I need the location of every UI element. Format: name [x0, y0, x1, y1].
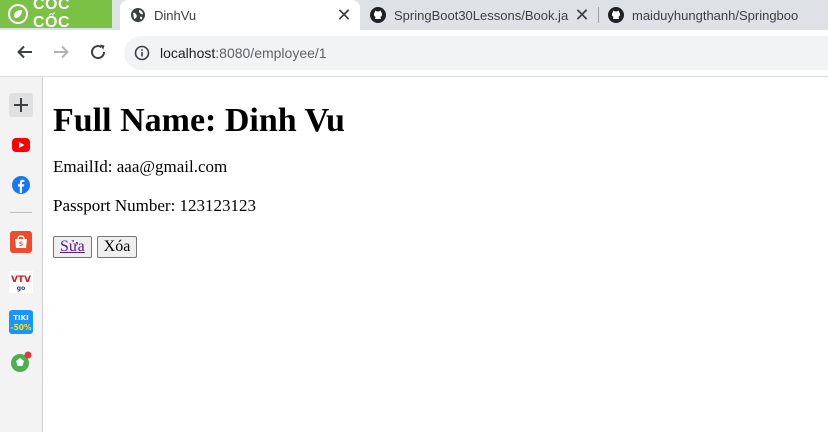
tiki-icon: TIKI -50% [9, 310, 33, 334]
github-icon [370, 7, 386, 23]
facebook-icon [12, 176, 30, 194]
add-icon [14, 98, 28, 112]
svg-text:TIKI: TIKI [13, 314, 28, 322]
browser-toolbar: localhost:8080/employee/1 [0, 30, 828, 77]
sidebar-divider [10, 212, 32, 213]
football-shortcut[interactable] [9, 350, 33, 374]
vtv-go-shortcut[interactable]: VTV go [9, 270, 33, 294]
sidebar: S VTV go TIKI -50% [0, 77, 43, 432]
vtv-go-icon: VTV go [9, 271, 33, 293]
coccoc-logo-icon [8, 4, 28, 24]
shopee-shortcut[interactable]: S [9, 230, 33, 254]
globe-icon [131, 8, 145, 22]
tab-title: SpringBoot30Lessons/Book.ja [394, 7, 569, 23]
shopee-icon: S [10, 231, 32, 253]
address-bar[interactable]: localhost:8080/employee/1 [124, 36, 828, 70]
reload-button[interactable] [84, 38, 112, 66]
page-title: Full Name: Dinh Vu [53, 102, 345, 139]
browser-brand-label: CỐC CỐC [32, 0, 71, 31]
tab-springboot-lessons[interactable]: SpringBoot30Lessons/Book.ja ✕ [360, 0, 598, 30]
football-icon [11, 351, 32, 372]
action-buttons: Sửa Xóa [53, 236, 813, 258]
youtube-icon [12, 138, 30, 152]
browser-brand-button[interactable]: CỐC CỐC [0, 0, 112, 31]
url-host: localhost [160, 45, 216, 61]
address-url: localhost:8080/employee/1 [160, 45, 327, 61]
close-tab-icon[interactable]: ✕ [572, 5, 592, 26]
page-content: Full Name: Dinh Vu EmailId: aaa@gmail.co… [53, 77, 813, 258]
site-info-icon[interactable] [134, 45, 150, 61]
youtube-shortcut[interactable] [9, 133, 33, 157]
tab-title: maiduyhungthanh/Springboo [632, 7, 799, 23]
facebook-shortcut[interactable] [9, 173, 33, 197]
passport-text: Passport Number: 123123123 [53, 196, 257, 215]
svg-text:-50%: -50% [10, 323, 32, 332]
edit-button[interactable]: Sửa [53, 236, 92, 258]
tab-title: DinhVu [154, 7, 197, 23]
back-arrow-icon [17, 45, 32, 59]
url-path: :8080/employee/1 [215, 45, 327, 61]
svg-text:go: go [17, 285, 25, 292]
forward-button[interactable] [47, 38, 75, 66]
tiki-shortcut[interactable]: TIKI -50% [9, 310, 33, 334]
tab-strip: CỐC CỐC DinhVu ✕ SpringBoot30Lessons/Boo… [0, 0, 828, 31]
tab-maiduyhungthanh[interactable]: maiduyhungthanh/Springboo [598, 0, 828, 30]
add-shortcut-button[interactable] [9, 93, 33, 117]
forward-arrow-icon [54, 45, 69, 59]
reload-icon [91, 44, 106, 60]
close-tab-icon[interactable]: ✕ [334, 5, 354, 26]
github-icon [608, 7, 624, 23]
tab-dinhvu[interactable]: DinhVu ✕ [120, 0, 360, 30]
back-button[interactable] [11, 38, 39, 66]
delete-button[interactable]: Xóa [96, 236, 138, 258]
email-text: EmailId: aaa@gmail.com [53, 157, 228, 176]
svg-text:S: S [19, 241, 23, 248]
svg-text:VTV: VTV [11, 275, 31, 285]
